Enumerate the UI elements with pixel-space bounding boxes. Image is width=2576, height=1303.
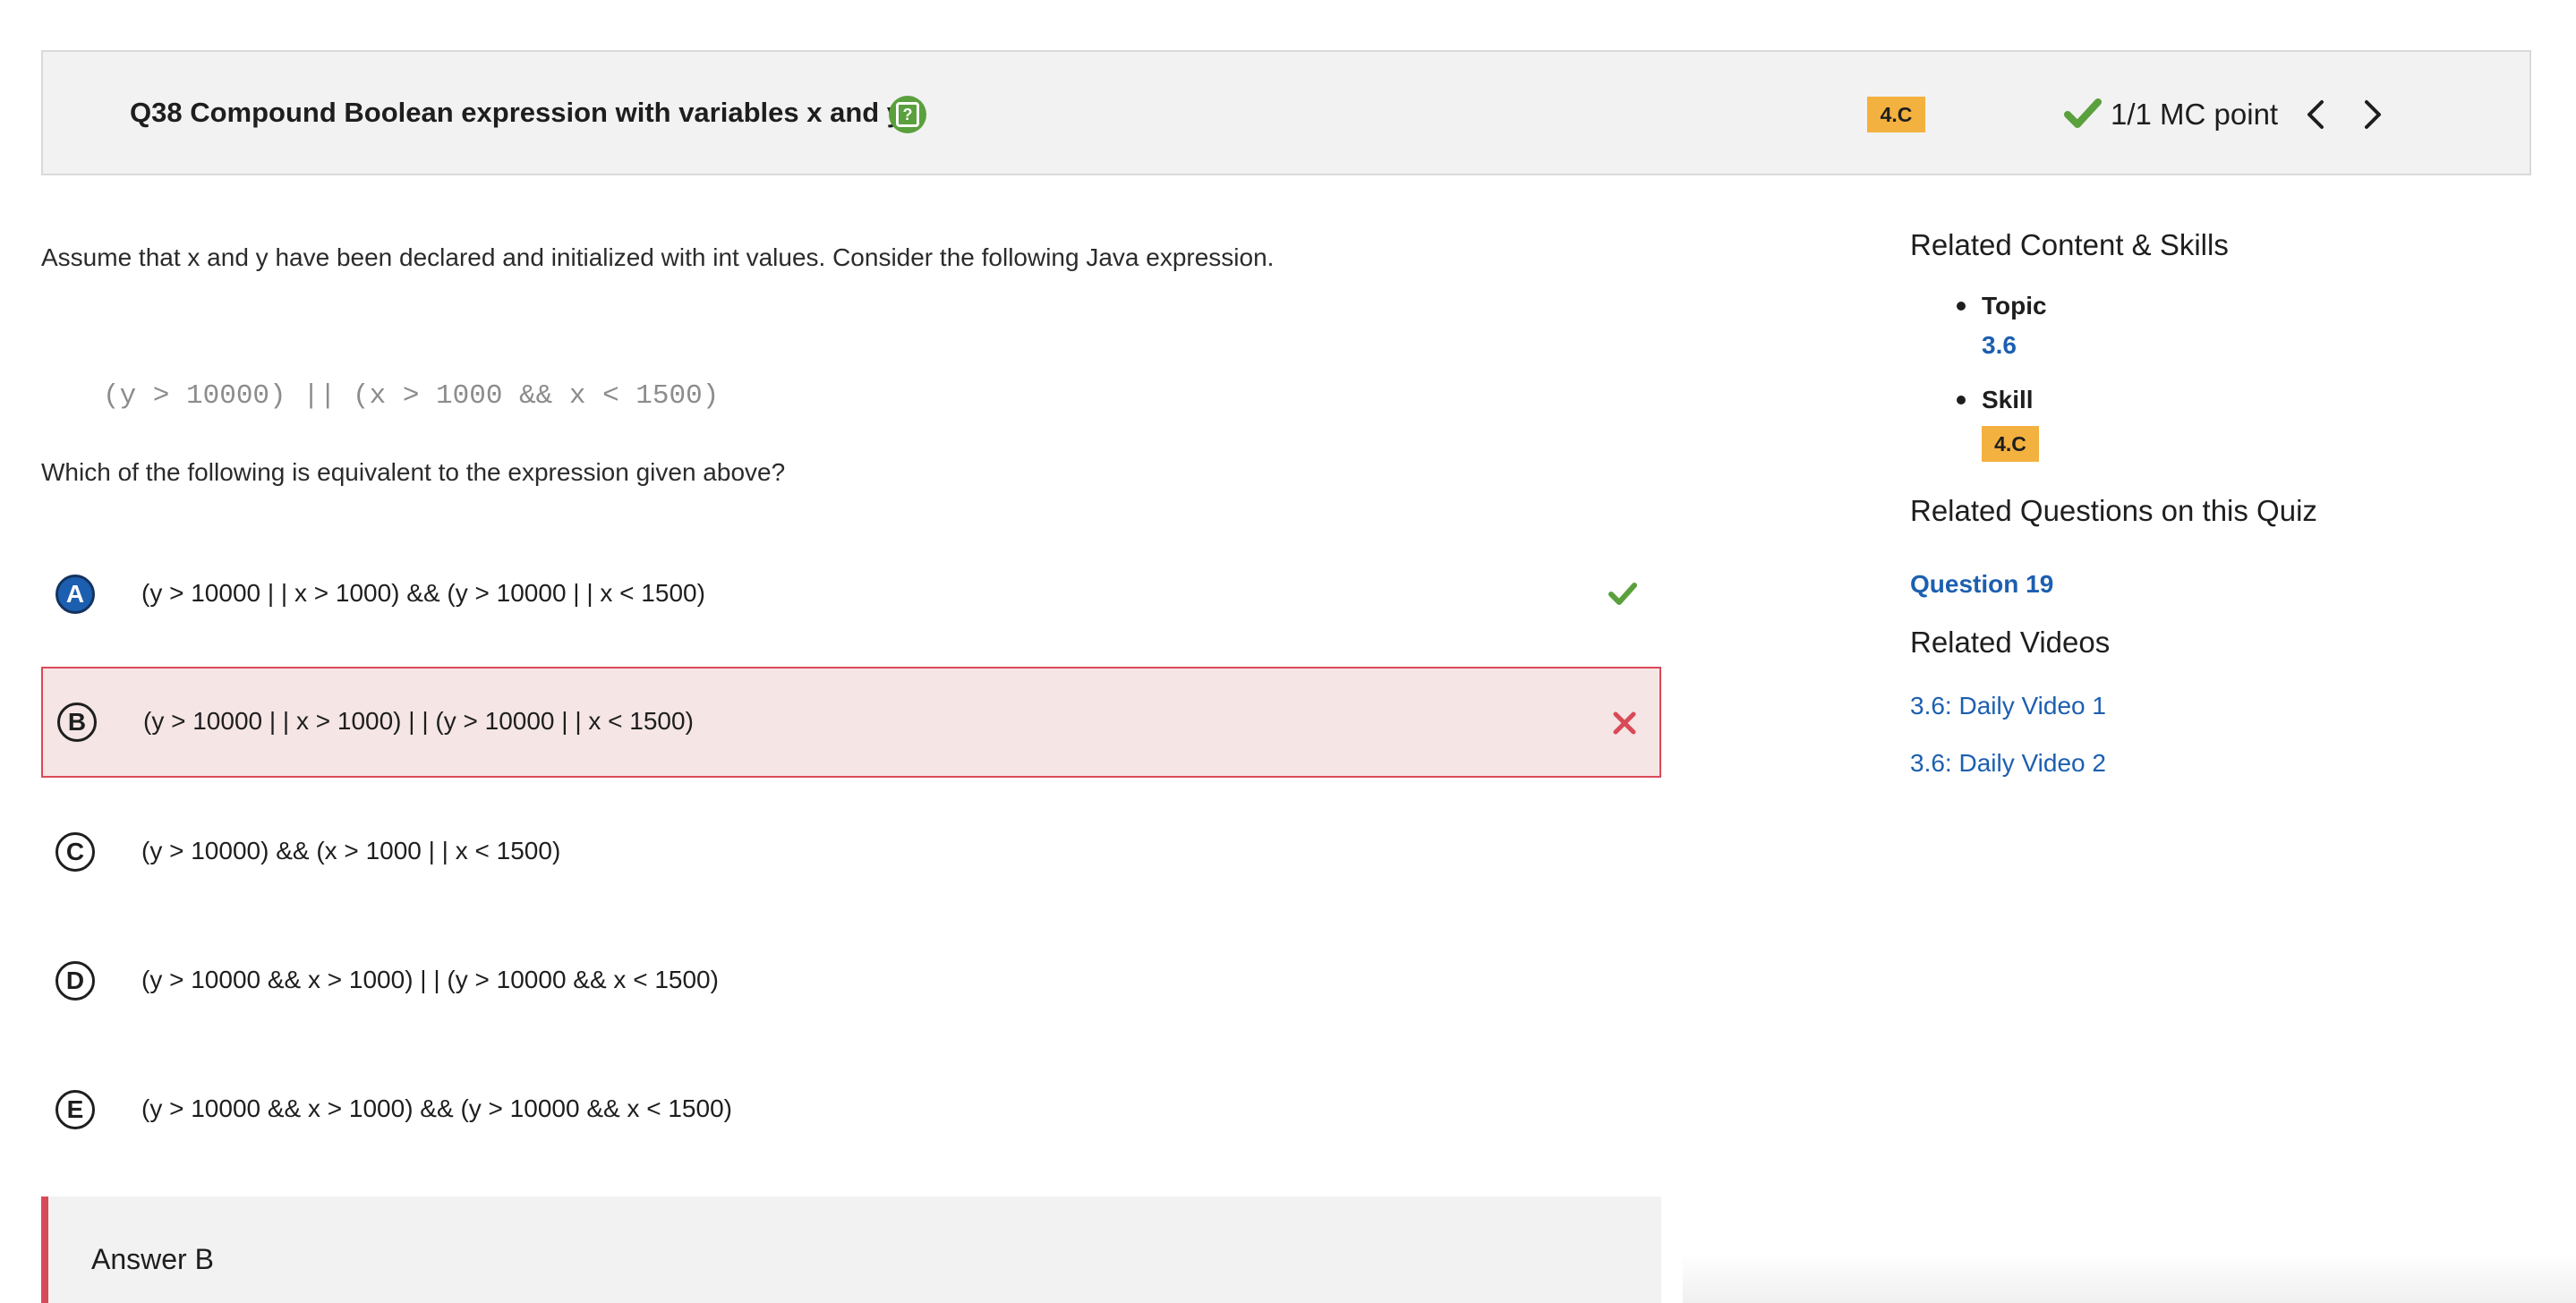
answer-panel: Answer B: [41, 1197, 1661, 1303]
x-icon: [1613, 711, 1636, 735]
option-text: (y > 10000 && x > 1000) | | (y > 10000 &…: [141, 966, 719, 993]
topic-label: Topic: [1982, 292, 2047, 319]
bottom-fade: [1683, 1253, 2576, 1303]
check-icon: [1608, 583, 1637, 605]
option-letter: C: [55, 832, 95, 872]
option-letter: D: [55, 961, 95, 1001]
skill-badge: 4.C: [1867, 97, 1925, 132]
option-text: (y > 10000) && (x > 1000 | | x < 1500): [141, 837, 561, 864]
bullet: [1957, 396, 1966, 405]
answer-label: Answer B: [91, 1243, 214, 1275]
answer-option-c[interactable]: C (y > 10000) && (x > 1000 | | x < 1500): [41, 796, 1661, 907]
answer-option-e[interactable]: E (y > 10000 && x > 1000) && (y > 10000 …: [41, 1054, 1661, 1165]
related-questions-heading: Related Questions on this Quiz: [1910, 494, 2317, 527]
question-header: Q38 Compound Boolean expression with var…: [41, 50, 2531, 175]
video-link[interactable]: 3.6: Daily Video 2: [1910, 749, 2106, 778]
chevron-right-icon[interactable]: [2354, 95, 2390, 134]
skill-label: Skill: [1982, 386, 2034, 413]
score-label: 1/1 MC point: [2111, 98, 2279, 131]
help-icon[interactable]: ?: [889, 96, 926, 133]
answer-option-a[interactable]: A (y > 10000 | | x > 1000) && (y > 10000…: [41, 539, 1661, 650]
answer-option-b[interactable]: B (y > 10000 | | x > 1000) | | (y > 1000…: [41, 667, 1661, 778]
question-prompt: Which of the following is equivalent to …: [41, 458, 786, 486]
option-letter: A: [55, 575, 95, 614]
question-title: Q38 Compound Boolean expression with var…: [130, 97, 903, 128]
related-content-heading: Related Content & Skills: [1910, 228, 2229, 261]
question-stem: Assume that x and y have been declared a…: [41, 243, 1275, 271]
option-text: (y > 10000 | | x > 1000) | | (y > 10000 …: [143, 707, 694, 735]
video-link[interactable]: 3.6: Daily Video 1: [1910, 692, 2106, 720]
related-question-link[interactable]: Question 19: [1910, 570, 2053, 599]
option-letter: E: [55, 1090, 95, 1129]
related-videos-heading: Related Videos: [1910, 626, 2111, 659]
option-text: (y > 10000 && x > 1000) && (y > 10000 &&…: [141, 1094, 732, 1122]
topic-link[interactable]: 3.6: [1982, 331, 2017, 360]
check-icon: [2064, 98, 2102, 128]
option-letter: B: [57, 703, 97, 742]
bullet: [1957, 302, 1966, 311]
code-expression: (y > 10000) || (x > 1000 && x < 1500): [103, 380, 720, 412]
answer-option-d[interactable]: D (y > 10000 && x > 1000) | | (y > 10000…: [41, 925, 1661, 1036]
chevron-left-icon[interactable]: [2299, 95, 2334, 134]
option-text: (y > 10000 | | x > 1000) && (y > 10000 |…: [141, 579, 705, 607]
skill-badge: 4.C: [1982, 426, 2039, 462]
